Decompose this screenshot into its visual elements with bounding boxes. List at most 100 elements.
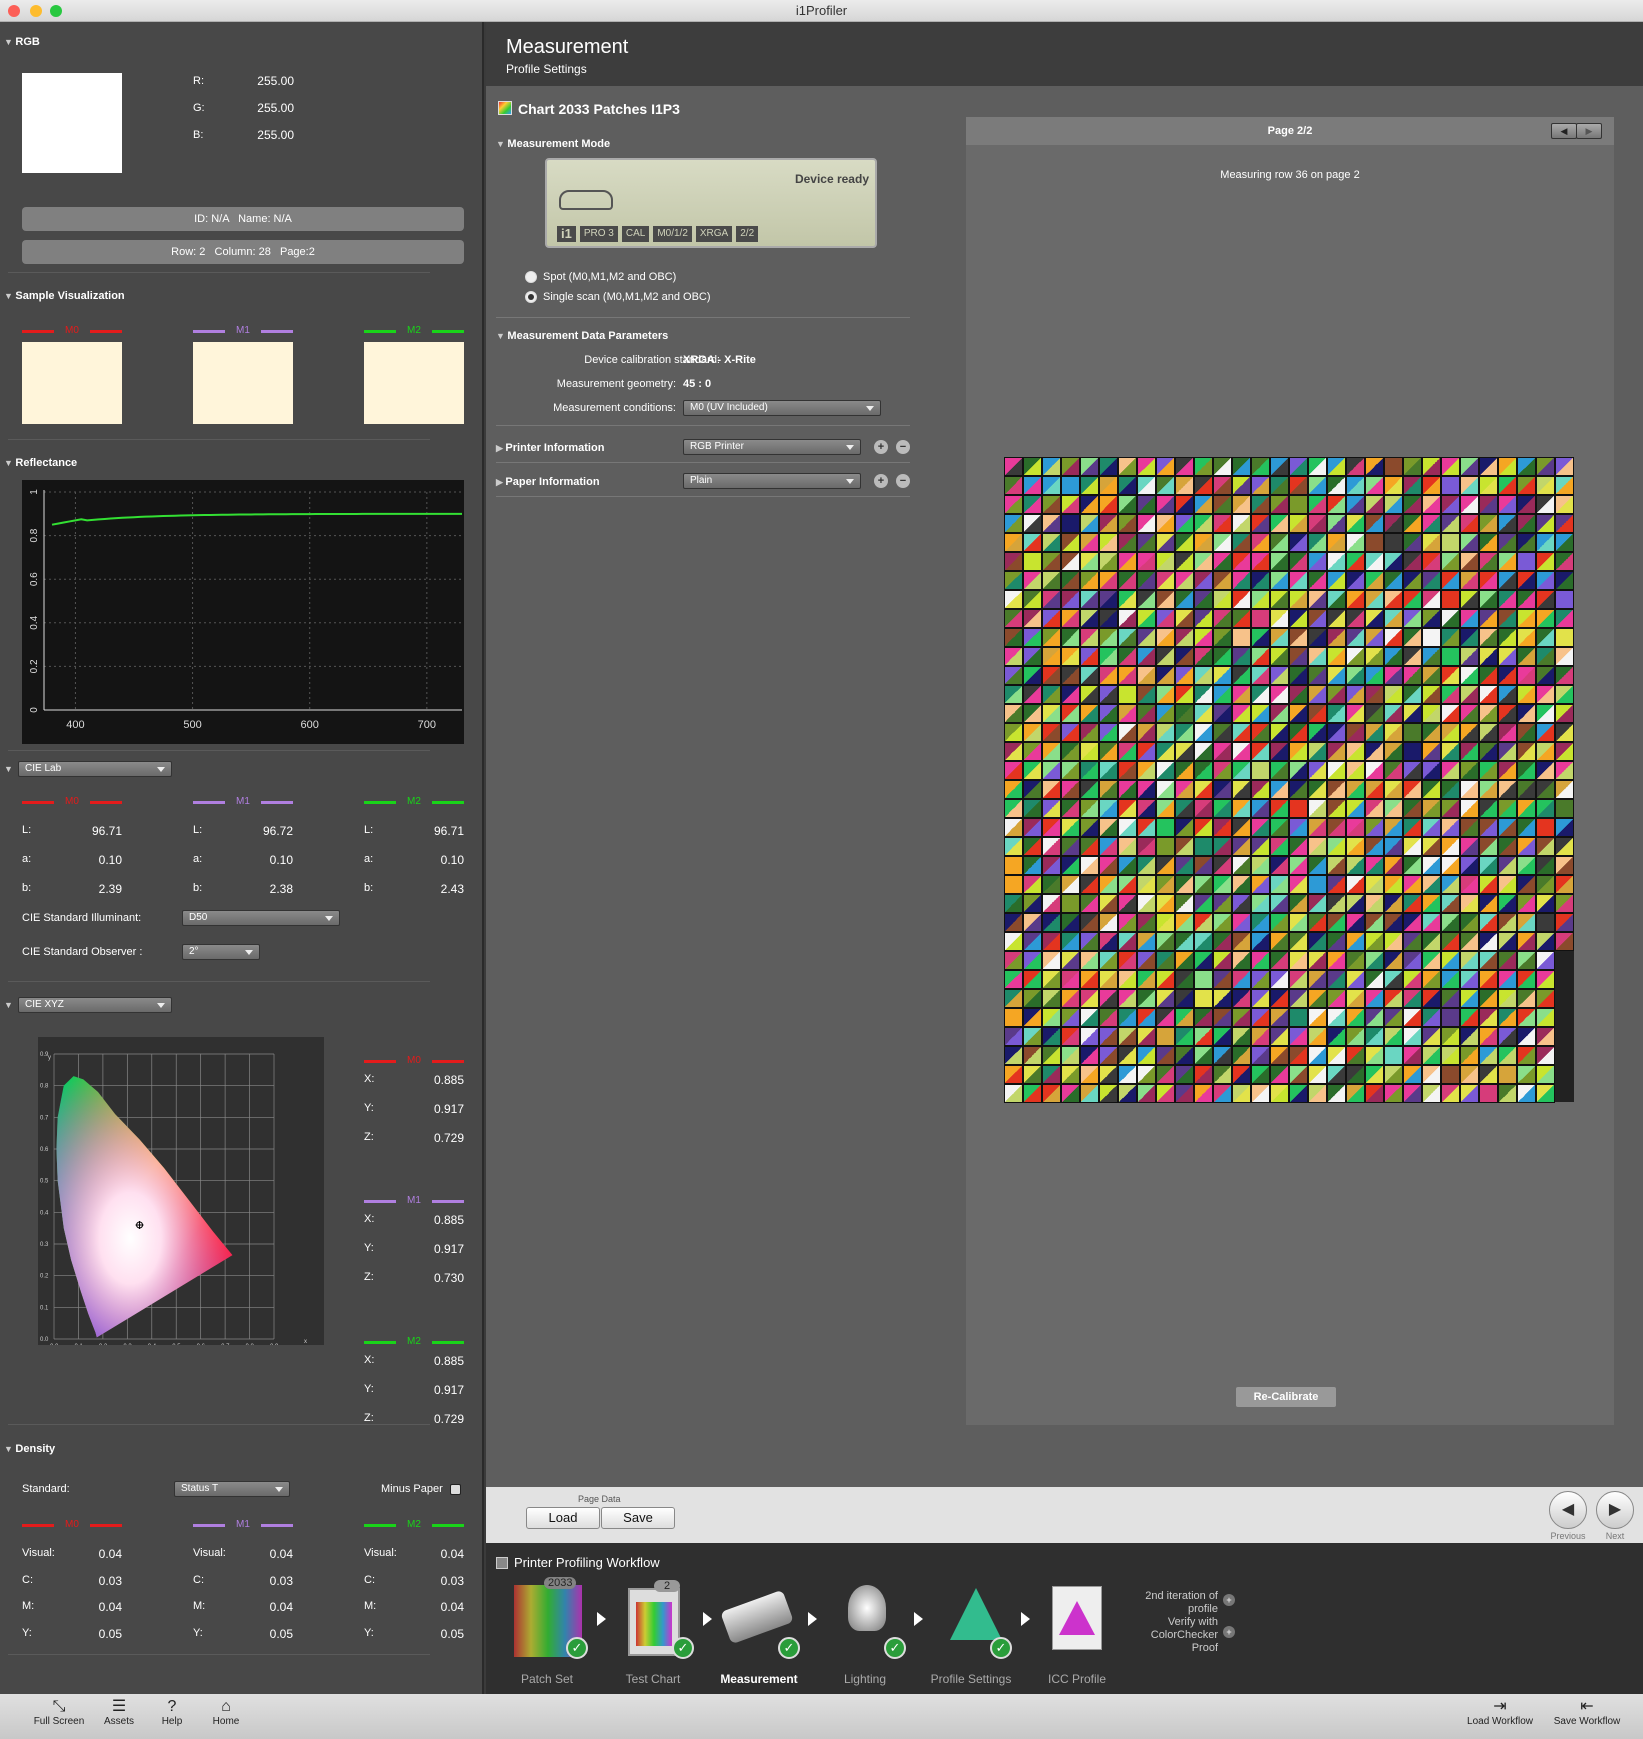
- load-workflow-button[interactable]: ⇥ Load Workflow: [1456, 1698, 1544, 1727]
- chart-patch: [1327, 609, 1346, 628]
- measurement-mode-header[interactable]: ▼ Measurement Mode: [496, 138, 610, 150]
- patch-id-bar: ID: N/A Name: N/A: [22, 207, 464, 231]
- minimize-window-button[interactable]: [30, 5, 42, 17]
- spot-radio[interactable]: [525, 271, 537, 283]
- chart-patch: [1327, 1065, 1346, 1084]
- profile-settings-step[interactable]: [950, 1588, 1002, 1640]
- illuminant-dropdown[interactable]: D50: [182, 910, 340, 926]
- chart-patch: [1004, 837, 1023, 856]
- chart-patch: [1251, 951, 1270, 970]
- chart-patch: [1175, 818, 1194, 837]
- page-next-button[interactable]: ▶: [1576, 123, 1602, 139]
- save-button[interactable]: Save: [601, 1507, 675, 1529]
- minus-paper-checkbox[interactable]: [450, 1484, 461, 1495]
- remove-paper-button[interactable]: −: [896, 474, 910, 488]
- chart-patch: [1213, 818, 1232, 837]
- chart-patch: [1555, 799, 1574, 818]
- chart-patch: [1232, 723, 1251, 742]
- step-label-lighting[interactable]: Lighting: [820, 1672, 910, 1686]
- add-paper-button[interactable]: +: [874, 474, 888, 488]
- chart-patch: [1517, 1008, 1536, 1027]
- chart-patch: [1327, 1008, 1346, 1027]
- step-label-profile-settings[interactable]: Profile Settings: [926, 1672, 1016, 1686]
- chart-patch: [1270, 970, 1289, 989]
- chart-patch: [1479, 514, 1498, 533]
- add-printer-button[interactable]: +: [874, 440, 888, 454]
- xyz-dropdown[interactable]: CIE XYZ: [18, 997, 172, 1013]
- printer-info-header[interactable]: ▶ Printer Information: [496, 442, 604, 454]
- page-prev-button[interactable]: ◀: [1551, 123, 1577, 139]
- chart-patch: [1365, 628, 1384, 647]
- chart-patch: [1194, 780, 1213, 799]
- chart-patch: [1365, 533, 1384, 552]
- recalibrate-button[interactable]: Re-Calibrate: [1236, 1387, 1336, 1407]
- paper-info-header[interactable]: ▶ Paper Information: [496, 476, 600, 488]
- chart-patch: [1042, 856, 1061, 875]
- rgb-section-header[interactable]: RGB: [4, 36, 39, 48]
- m0-sample-swatch: [22, 342, 122, 424]
- lab-m2-legend: M2: [364, 796, 464, 808]
- reflectance-chart: 1 0.8 0.6 0.4 0.2 0 400 500 600 700: [22, 480, 464, 744]
- ciexyz-collapse[interactable]: ▼: [4, 1000, 13, 1010]
- chart-patch: [1213, 799, 1232, 818]
- chart-patch: [1004, 818, 1023, 837]
- step-label-measurement[interactable]: Measurement: [714, 1672, 804, 1686]
- single-scan-radio[interactable]: [525, 291, 537, 303]
- home-button[interactable]: ⌂ Home: [196, 1698, 256, 1727]
- close-window-button[interactable]: [8, 5, 20, 17]
- chart-patch: [1384, 970, 1403, 989]
- chart-patch: [1517, 1027, 1536, 1046]
- chart-patch: [1327, 818, 1346, 837]
- add-second-iteration-button[interactable]: +: [1223, 1594, 1235, 1606]
- density-header[interactable]: Density: [4, 1443, 55, 1455]
- reflectance-header[interactable]: Reflectance: [4, 457, 77, 469]
- chart-patch: [1042, 894, 1061, 913]
- chart-patch: [1213, 932, 1232, 951]
- save-workflow-button[interactable]: ⇤ Save Workflow: [1543, 1698, 1631, 1727]
- chart-patch: [1118, 628, 1137, 647]
- observer-dropdown[interactable]: 2°: [182, 944, 260, 960]
- sample-visualization-header[interactable]: Sample Visualization: [4, 290, 124, 302]
- help-icon: ?: [167, 1698, 177, 1715]
- chart-patch: [1156, 647, 1175, 666]
- b-label: B:: [193, 129, 204, 141]
- chart-patch: [1080, 590, 1099, 609]
- data-params-header[interactable]: ▼ Measurement Data Parameters: [496, 330, 668, 342]
- color-space-dropdown[interactable]: CIE Lab: [18, 761, 172, 777]
- next-button[interactable]: ▶: [1596, 1491, 1634, 1529]
- remove-printer-button[interactable]: −: [896, 440, 910, 454]
- cielab-collapse[interactable]: ▼: [4, 764, 13, 774]
- chart-patch: [1346, 476, 1365, 495]
- lighting-step[interactable]: [848, 1585, 886, 1631]
- chart-patch: [1194, 723, 1213, 742]
- full-screen-button[interactable]: ⤡ Full Screen: [29, 1698, 89, 1727]
- step-label-patch-set[interactable]: Patch Set: [502, 1672, 592, 1686]
- printer-dropdown[interactable]: RGB Printer: [683, 439, 861, 455]
- density-standard-dropdown[interactable]: Status T: [174, 1481, 290, 1497]
- help-button[interactable]: ? Help: [142, 1698, 202, 1727]
- chart-patch: [1479, 989, 1498, 1008]
- maximize-window-button[interactable]: [50, 5, 62, 17]
- chart-patch: [1308, 932, 1327, 951]
- step-label-icc-profile[interactable]: ICC Profile: [1032, 1672, 1122, 1686]
- chart-patch: [1232, 514, 1251, 533]
- chart-patch: [1099, 647, 1118, 666]
- g-label: G:: [193, 102, 205, 114]
- conditions-dropdown[interactable]: M0 (UV Included): [683, 400, 881, 416]
- chart-patch: [1213, 894, 1232, 913]
- add-verify-button[interactable]: +: [1223, 1626, 1235, 1638]
- chart-patch: [1137, 951, 1156, 970]
- chart-patch: [1365, 1065, 1384, 1084]
- chart-patch: [1137, 989, 1156, 1008]
- paper-dropdown[interactable]: Plain: [683, 473, 861, 489]
- chart-patch: [1061, 628, 1080, 647]
- load-button[interactable]: Load: [526, 1507, 600, 1529]
- assets-button[interactable]: ☰ Assets: [89, 1698, 149, 1727]
- chart-patch: [1099, 837, 1118, 856]
- step-label-test-chart[interactable]: Test Chart: [608, 1672, 698, 1686]
- previous-button[interactable]: ◀: [1549, 1491, 1587, 1529]
- full-screen-icon: ⤡: [52, 1698, 66, 1715]
- icc-profile-step[interactable]: [1052, 1586, 1102, 1650]
- chart-patch: [1175, 742, 1194, 761]
- chart-patch: [1498, 818, 1517, 837]
